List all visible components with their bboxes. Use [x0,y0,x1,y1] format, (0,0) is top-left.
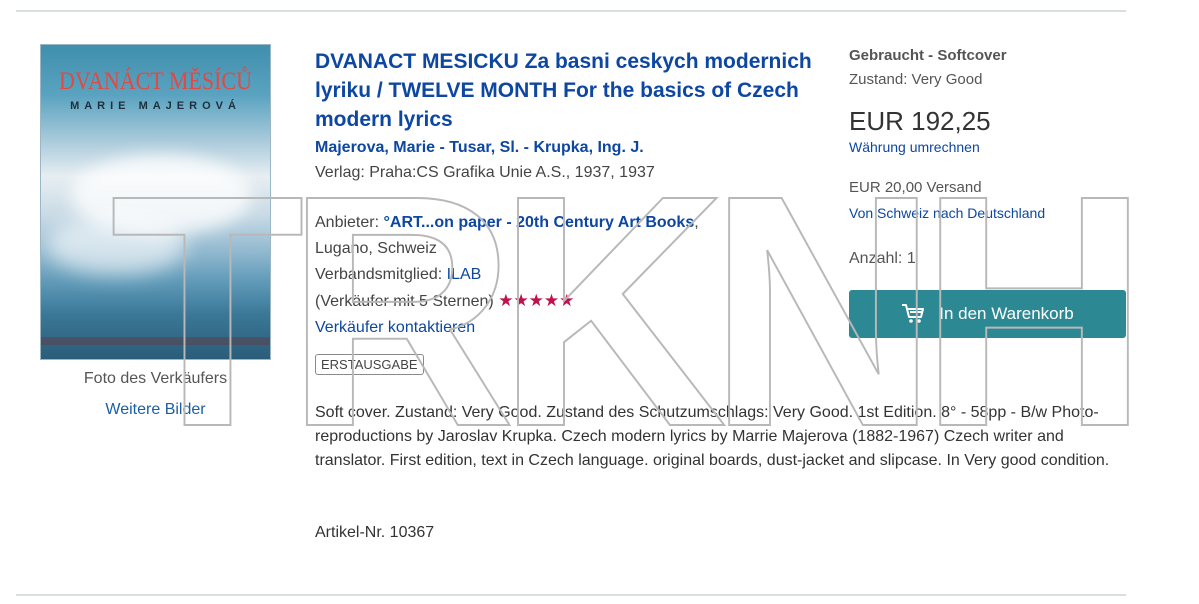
add-to-cart-label: In den Warenkorb [939,304,1074,323]
contact-seller-link[interactable]: Verkäufer kontaktieren [315,315,699,341]
cover-cloud [46,215,186,275]
photo-caption: Foto des Verkäufers [83,370,228,387]
publisher-info: Verlag: Praha:CS Grafika Unie A.S., 1937… [315,164,655,181]
cover-title-text: DVANÁCT MĚSÍCŮ [59,66,252,95]
shipping-cost: EUR 20,00 Versand [849,179,982,196]
first-edition-badge: ERSTAUSGABE [315,354,424,375]
quantity: Anzahl: 1 [849,250,916,267]
ilab-link[interactable]: ILAB [447,266,482,283]
article-number: Artikel-Nr. 10367 [315,524,435,541]
authors-link[interactable]: Majerova, Marie - Tusar, Sl. - Krupka, I… [315,139,644,157]
rating-stars-icon: ★★★★★ [498,291,575,310]
cover-footer-band [41,337,270,345]
cover-author-text: MARIE MAJEROVÁ [70,100,241,112]
condition-state: Zustand: Very Good [849,71,983,88]
add-to-cart-button[interactable]: In den Warenkorb [849,290,1126,338]
member-line: Verbandsmitglied: ILAB [315,262,699,288]
rating-line: (Verkäufer mit 5 Sternen) ★★★★★ [315,288,699,315]
more-images-link[interactable]: Weitere Bilder [40,401,271,419]
cart-icon [902,304,925,323]
seller-info: Anbieter: °ART...on paper - 20th Century… [315,210,699,341]
condition-title: Gebraucht - Softcover [849,47,1007,64]
seller-name-link[interactable]: °ART...on paper - 20th Century Art Books [383,214,694,231]
member-label: Verbandsmitglied: [315,266,447,283]
convert-currency-link[interactable]: Währung umrechnen [849,139,980,155]
seller-location-part: , [694,214,699,231]
book-cover-image[interactable]: DVANÁCT MĚSÍCŮ MARIE MAJEROVÁ [40,44,271,360]
shipping-route-link[interactable]: Von Schweiz nach Deutschland [849,205,1045,221]
seller-label: Anbieter: [315,214,384,231]
bottom-divider [16,594,1126,596]
rating-text: (Verkäufer mit 5 Sternen) [315,293,494,310]
book-title-link[interactable]: DVANACT MESICKU Za basni ceskych moderni… [315,47,815,134]
price: EUR 192,25 [849,106,991,136]
seller-location: Lugano, Schweiz [315,240,437,257]
seller-line: Anbieter: °ART...on paper - 20th Century… [315,210,699,236]
item-description: Soft cover. Zustand: Very Good. Zustand … [315,404,1110,469]
top-divider [16,10,1126,12]
